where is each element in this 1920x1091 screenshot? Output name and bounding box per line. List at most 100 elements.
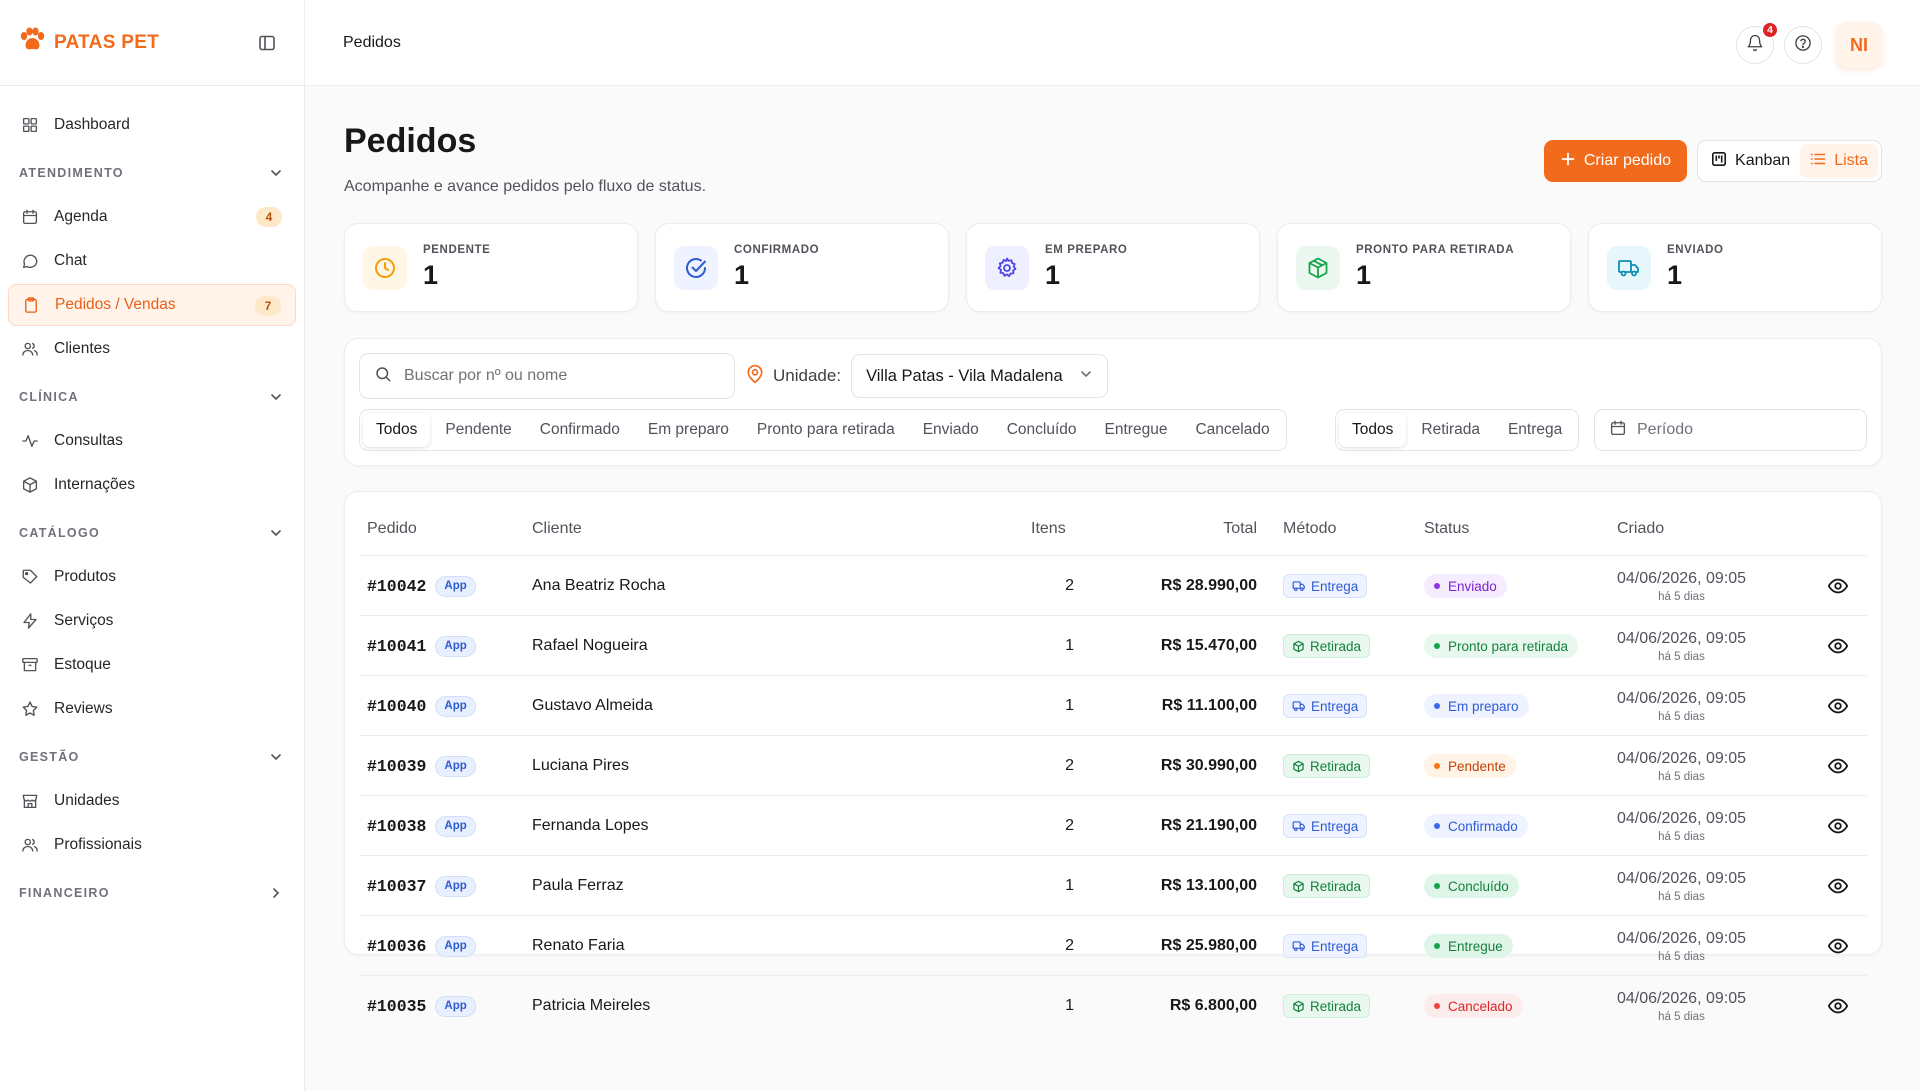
notifications-button[interactable]: 4 — [1736, 21, 1779, 64]
package-icon — [1292, 880, 1305, 893]
stat-card-confirmado[interactable]: CONFIRMADO 1 — [655, 223, 949, 312]
table-row[interactable]: #10038 App Fernanda Lopes 2 R$ 21.190,00 Entr… — [359, 796, 1867, 856]
sidebar-item-agenda[interactable]: Agenda 4 — [8, 196, 296, 238]
create-order-button[interactable]: Criar pedido — [1543, 140, 1688, 182]
view-order-icon[interactable] — [1825, 993, 1851, 1019]
unit-select[interactable]: Villa Patas - Vila Madalena — [851, 354, 1108, 398]
sidebar-item-profissionais[interactable]: Profissionais — [8, 824, 296, 866]
stat-card-pronto-para-retirada[interactable]: PRONTO PARA RETIRADA 1 — [1277, 223, 1571, 312]
column-itens[interactable]: Itens — [1031, 520, 1066, 538]
order-id[interactable]: #10038 — [367, 817, 426, 836]
status-tab-enviado[interactable]: Enviado — [910, 413, 992, 447]
status-tab-pendente[interactable]: Pendente — [432, 413, 524, 447]
status-cell: Em preparo — [1424, 676, 1529, 736]
sidebar-item-reviews[interactable]: Reviews — [8, 688, 296, 730]
stat-card-em-preparo[interactable]: EM PREPARO 1 — [966, 223, 1260, 312]
sidebar-item-unidades[interactable]: Unidades — [8, 780, 296, 822]
created-cell: 04/06/2026, 09:05 há 5 dias — [1617, 796, 1746, 856]
status-tab-pronto-para-retirada[interactable]: Pronto para retirada — [744, 413, 908, 447]
order-id[interactable]: #10039 — [367, 757, 426, 776]
sidebar-item-servicos[interactable]: Serviços — [8, 600, 296, 642]
sidebar-item-clientes[interactable]: Clientes — [8, 328, 296, 370]
sidebar-item-chat[interactable]: Chat — [8, 240, 296, 282]
chevron-down-icon — [268, 165, 284, 181]
table-row[interactable]: #10040 App Gustavo Almeida 1 R$ 11.100,00 Ent… — [359, 676, 1867, 736]
order-id[interactable]: #10035 — [367, 997, 426, 1016]
view-list-button[interactable]: Lista — [1800, 144, 1878, 178]
status-tab-todos[interactable]: Todos — [363, 413, 431, 447]
stat-card-enviado[interactable]: ENVIADO 1 — [1588, 223, 1882, 312]
items-count: 1 — [1065, 877, 1074, 894]
order-id[interactable]: #10037 — [367, 877, 426, 896]
sidebar-item-pedidos[interactable]: Pedidos / Vendas 7 — [8, 284, 296, 326]
search-box[interactable] — [359, 353, 735, 399]
order-id[interactable]: #10040 — [367, 697, 426, 716]
method-badge: Retirada — [1283, 994, 1371, 1018]
sidebar-section-clínica[interactable]: CLÍNICA — [8, 374, 296, 420]
table-row[interactable]: #10037 App Paula Ferraz 1 R$ 13.100,00 Retira… — [359, 856, 1867, 916]
view-order-icon[interactable] — [1825, 633, 1851, 659]
sidebar-item-estoque[interactable]: Estoque — [8, 644, 296, 686]
sidebar-section-catálogo[interactable]: CATÁLOGO — [8, 510, 296, 556]
column-metodo[interactable]: Método — [1283, 520, 1336, 538]
stat-text: ENVIADO 1 — [1667, 244, 1724, 291]
created-cell: 04/06/2026, 09:05 há 5 dias — [1617, 676, 1746, 736]
unit-filter: Unidade: Villa Patas - Vila Madalena — [745, 353, 1108, 399]
status-tab-cancelado[interactable]: Cancelado — [1182, 413, 1282, 447]
view-kanban-button[interactable]: Kanban — [1701, 144, 1800, 178]
status-cell: Pendente — [1424, 736, 1516, 796]
column-cliente[interactable]: Cliente — [532, 520, 582, 538]
logo[interactable]: PATAS PET — [18, 27, 159, 58]
created-relative: há 5 dias — [1658, 650, 1705, 663]
channel-badge: App — [435, 755, 476, 777]
table-row[interactable]: #10042 App Ana Beatriz Rocha 2 R$ 28.990,00 E… — [359, 556, 1867, 616]
period-placeholder: Período — [1637, 421, 1694, 438]
period-picker[interactable]: Período — [1594, 409, 1867, 451]
status-tab-concluído[interactable]: Concluído — [994, 413, 1090, 447]
table-row[interactable]: #10039 App Luciana Pires 2 R$ 30.990,00 Retir… — [359, 736, 1867, 796]
view-order-icon[interactable] — [1825, 693, 1851, 719]
order-id[interactable]: #10036 — [367, 937, 426, 956]
sidebar-section-gestão[interactable]: GESTÃO — [8, 734, 296, 780]
table-row[interactable]: #10035 App Patricia Meireles 1 R$ 6.800,00 Re… — [359, 976, 1867, 1036]
chevron-down-icon — [268, 525, 284, 541]
sidebar-item-badge: 7 — [255, 296, 281, 316]
sidebar-section-financeiro[interactable]: FINANCEIRO — [8, 870, 296, 916]
help-button[interactable] — [1784, 26, 1822, 64]
status-tab-em-preparo[interactable]: Em preparo — [635, 413, 742, 447]
sidebar-item-consultas[interactable]: Consultas — [8, 420, 296, 462]
table-row[interactable]: #10041 App Rafael Nogueira 1 R$ 15.470,00 Ret… — [359, 616, 1867, 676]
column-status[interactable]: Status — [1424, 520, 1469, 538]
status-tab-entregue[interactable]: Entregue — [1092, 413, 1181, 447]
status-badge: Concluído — [1424, 874, 1519, 898]
sidebar-item-internacoes[interactable]: Internações — [8, 464, 296, 506]
column-pedido[interactable]: Pedido — [367, 520, 417, 538]
order-id[interactable]: #10041 — [367, 637, 426, 656]
method-tab-todos[interactable]: Todos — [1339, 413, 1407, 447]
sidebar-item-dashboard[interactable]: Dashboard — [8, 104, 296, 146]
status-label: Enviado — [1448, 578, 1497, 594]
view-order-icon[interactable] — [1825, 873, 1851, 899]
status-tab-confirmado[interactable]: Confirmado — [527, 413, 633, 447]
sidebar-item-produtos[interactable]: Produtos — [8, 556, 296, 598]
avatar[interactable]: NI — [1836, 22, 1882, 68]
method-badge: Retirada — [1283, 874, 1371, 898]
sidebar-toggle-icon[interactable] — [256, 32, 278, 54]
view-order-icon[interactable] — [1825, 813, 1851, 839]
method-tab-entrega[interactable]: Entrega — [1495, 413, 1575, 447]
search-input[interactable] — [404, 367, 704, 385]
status-badge: Pronto para retirada — [1424, 634, 1579, 658]
method-tab-retirada[interactable]: Retirada — [1408, 413, 1493, 447]
status-summary: PENDENTE 1 CONFIRMADO 1 EM PREPARO 1 PRONTO PA… — [344, 223, 1882, 312]
view-order-icon[interactable] — [1825, 753, 1851, 779]
column-total[interactable]: Total — [1167, 520, 1257, 538]
table-row[interactable]: #10036 App Renato Faria 2 R$ 25.980,00 Entreg… — [359, 916, 1867, 976]
column-criado[interactable]: Criado — [1617, 520, 1664, 538]
view-order-icon[interactable] — [1825, 573, 1851, 599]
method-cell: Retirada — [1283, 976, 1371, 1036]
order-id[interactable]: #10042 — [367, 577, 426, 596]
package-icon — [1292, 640, 1305, 653]
view-order-icon[interactable] — [1825, 933, 1851, 959]
stat-card-pendente[interactable]: PENDENTE 1 — [344, 223, 638, 312]
sidebar-section-atendimento[interactable]: ATENDIMENTO — [8, 150, 296, 196]
